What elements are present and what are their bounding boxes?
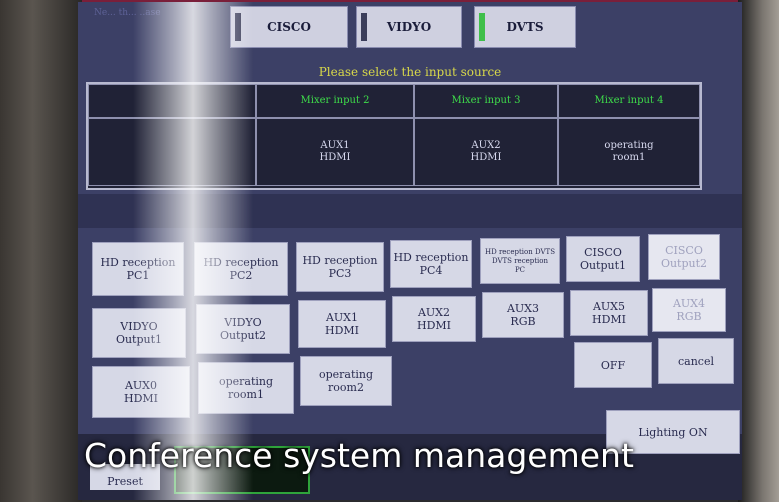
tab-dvts[interactable]: DVTS	[474, 6, 576, 48]
corner-label: Ne... th... ..ase	[94, 8, 161, 18]
tab-indicator-active	[479, 13, 485, 41]
monitor-bezel-left	[0, 0, 82, 502]
mixer-header: Mixer input 4	[558, 84, 700, 118]
mixer-input-table: Mixer input 2 Mixer input 3 Mixer input …	[86, 82, 702, 190]
mixer-header: Mixer input 3	[414, 84, 558, 118]
monitor-bezel-right	[738, 0, 779, 502]
source-button-aux0-hdmi[interactable]: AUX0 HDMI	[92, 366, 190, 418]
tab-indicator	[235, 13, 241, 41]
source-button-aux2-hdmi[interactable]: AUX2 HDMI	[392, 296, 476, 342]
off-button[interactable]: OFF	[574, 342, 652, 388]
source-button-aux1-hdmi[interactable]: AUX1 HDMI	[298, 300, 386, 348]
tab-label: DVTS	[506, 20, 544, 34]
source-button-hd-pc3[interactable]: HD reception PC3	[296, 242, 384, 292]
source-button-aux5-hdmi[interactable]: AUX5 HDMI	[570, 290, 648, 336]
source-button-hd-pc4[interactable]: HD reception PC4	[390, 240, 472, 288]
tab-label: CISCO	[267, 20, 311, 34]
source-button-hd-pc1[interactable]: HD reception PC1	[92, 242, 184, 296]
source-button-cisco-output2[interactable]: CISCO Output2	[648, 234, 720, 280]
tab-indicator	[361, 13, 367, 41]
mixer-input-1[interactable]	[88, 118, 256, 186]
source-button-dvts-pc[interactable]: HD reception DVTS DVTS reception PC	[480, 238, 560, 284]
mixer-header	[88, 84, 256, 118]
source-button-cisco-output1[interactable]: CISCO Output1	[566, 236, 640, 282]
cancel-button[interactable]: cancel	[658, 338, 734, 384]
mixer-input-2[interactable]: AUX1 HDMI	[256, 118, 414, 186]
touch-screen: Ne... th... ..ase CISCO VIDYO DVTS Pleas…	[78, 2, 742, 500]
overlay-title: Conference system management	[84, 436, 634, 475]
source-button-aux3-rgb[interactable]: AUX3 RGB	[482, 292, 564, 338]
tab-label: VIDYO	[386, 20, 432, 34]
source-button-vidyo-output1[interactable]: VIDYO Output1	[92, 308, 186, 358]
source-button-operating-room2[interactable]: operating room2	[300, 356, 392, 406]
source-button-aux4-rgb[interactable]: AUX4 RGB	[652, 288, 726, 332]
tab-cisco[interactable]: CISCO	[230, 6, 348, 48]
divider-band	[78, 194, 742, 228]
mixer-input-4[interactable]: operating room1	[558, 118, 700, 186]
input-source-prompt: Please select the input source	[318, 65, 502, 79]
mixer-header: Mixer input 2	[256, 84, 414, 118]
source-button-operating-room1[interactable]: operating room1	[198, 362, 294, 414]
tab-vidyo[interactable]: VIDYO	[356, 6, 462, 48]
source-button-hd-pc2[interactable]: HD reception PC2	[194, 242, 288, 296]
mixer-input-3[interactable]: AUX2 HDMI	[414, 118, 558, 186]
source-button-vidyo-output2[interactable]: VIDYO Output2	[196, 304, 290, 354]
